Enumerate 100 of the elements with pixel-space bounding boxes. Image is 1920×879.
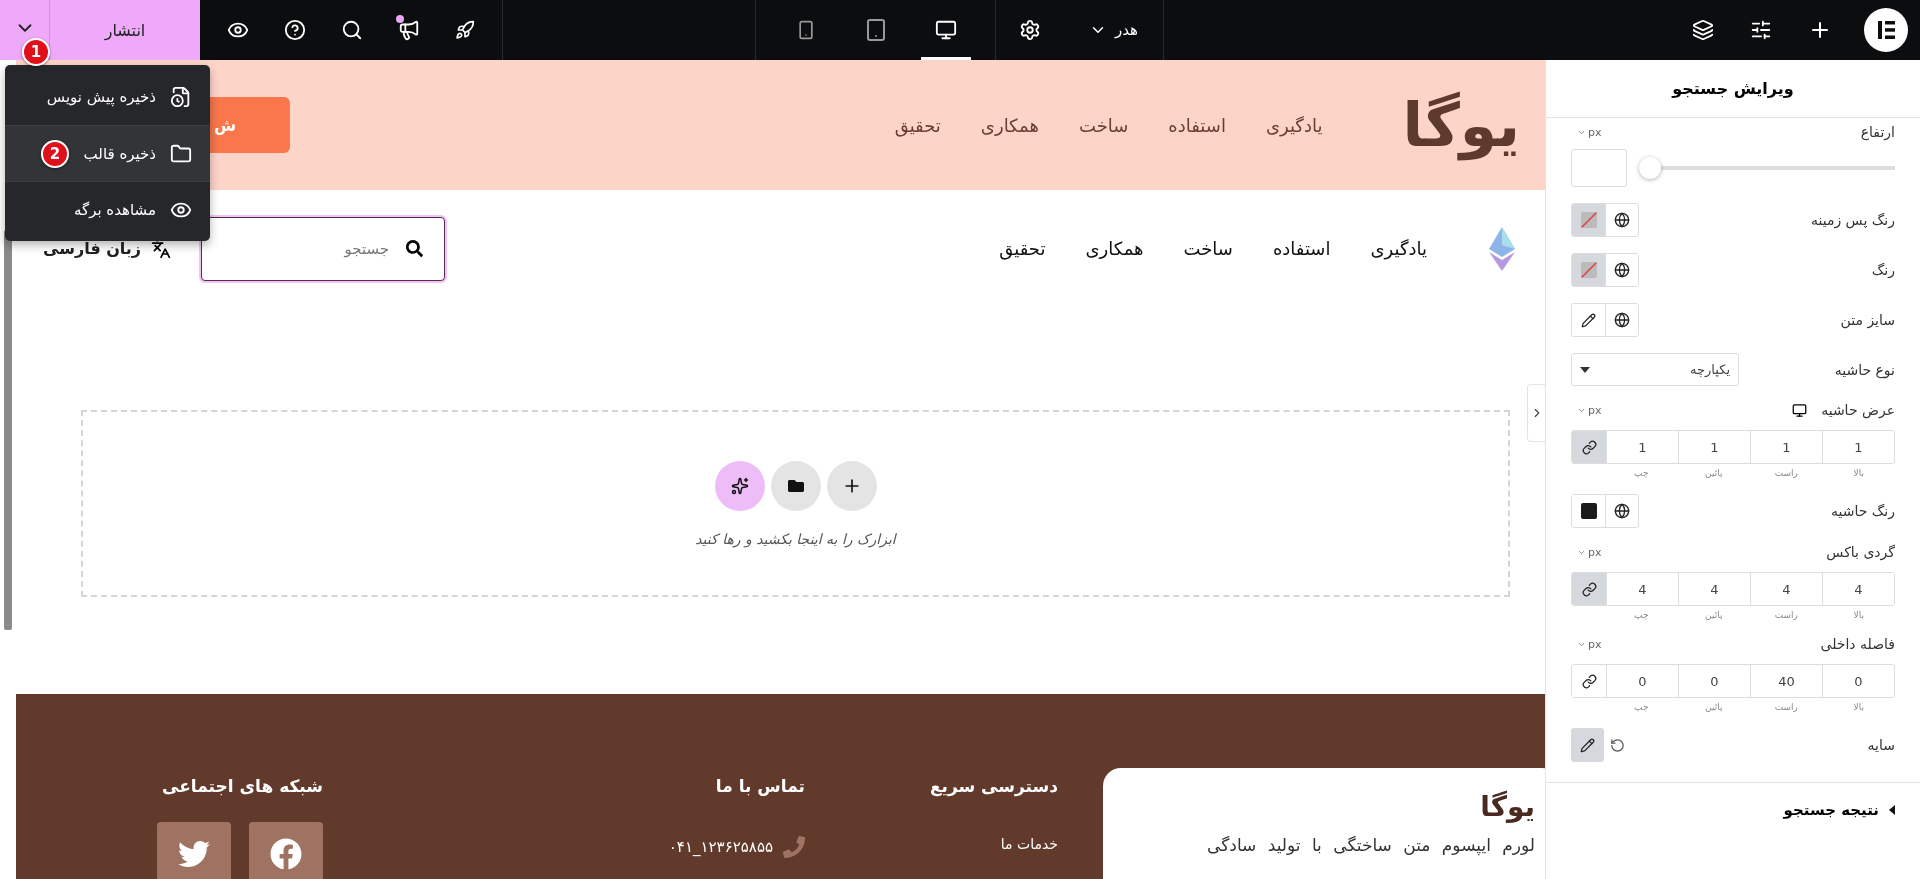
side-label: بالا: [1852, 610, 1865, 620]
slider-thumb[interactable]: [1639, 157, 1661, 179]
globe-icon: [1614, 503, 1630, 519]
reset-icon[interactable]: [1610, 737, 1625, 753]
monitor-icon: [934, 18, 957, 41]
dimension-input[interactable]: 1: [1822, 431, 1894, 463]
footer-logo: یوگا: [1479, 790, 1535, 823]
section-toggle[interactable]: نتیجه جستجو: [1571, 783, 1895, 837]
side-label: بالا: [1852, 468, 1865, 478]
sparkles-icon: [730, 476, 749, 495]
footer-heading: دسترسی سریع: [929, 776, 1058, 796]
folder-icon: [170, 142, 192, 165]
app-logo[interactable]: [1864, 8, 1908, 52]
control-label: سایز متن: [1840, 312, 1895, 328]
link-icon: [1581, 673, 1597, 689]
side-label: پائین: [1704, 468, 1724, 478]
number-input[interactable]: [1571, 149, 1627, 187]
site-logo: یوگا: [1402, 89, 1520, 163]
facebook-icon: [270, 838, 302, 870]
side-label: چپ: [1633, 610, 1650, 620]
pencil-icon: [1581, 312, 1596, 328]
phone-number: ۰۴۱_۱۲۳۶۲۵۸۵۵: [668, 838, 773, 856]
side-label: راست: [1773, 702, 1799, 712]
globe-button[interactable]: [1605, 304, 1638, 336]
side-label: پائین: [1704, 610, 1724, 620]
globe-button[interactable]: [1605, 495, 1638, 527]
nav-link[interactable]: همکاری: [980, 114, 1039, 136]
help-icon[interactable]: [284, 19, 307, 41]
phone-icon: [783, 836, 805, 858]
nav-link[interactable]: ساخت: [1078, 114, 1129, 136]
monitor-icon[interactable]: [1792, 402, 1808, 418]
side-label: چپ: [1633, 702, 1650, 712]
footer-heading: تماس با ما: [715, 776, 805, 796]
drop-hint: ابزارک را به اینجا بکشید و رها کنید: [695, 530, 896, 547]
nav-link[interactable]: تحقیق: [894, 114, 941, 136]
layers-icon[interactable]: [1692, 19, 1714, 41]
control-label: رنگ: [1871, 262, 1895, 278]
footer-heading: شبکه های اجتماعی: [161, 776, 323, 796]
megaphone-icon[interactable]: [397, 19, 420, 41]
search-icon[interactable]: [341, 19, 363, 41]
control-label: عرض حاشیه: [1821, 402, 1895, 418]
side-label: چپ: [1633, 468, 1650, 478]
settings-icon[interactable]: [1019, 19, 1041, 41]
control-label: رنگ پس زمینه: [1810, 212, 1895, 228]
crystal-icon: [1489, 226, 1515, 271]
link-icon: [1581, 581, 1597, 597]
globe-icon: [1614, 212, 1630, 228]
side-label: پائین: [1704, 702, 1724, 712]
color-swatch-button[interactable]: [1572, 204, 1605, 236]
footer-text: لورم ایپسوم متن ساختگی با تولید سادگی: [1206, 835, 1535, 855]
language-label[interactable]: زبان فارسی: [43, 239, 142, 258]
sliders-icon[interactable]: [1750, 19, 1772, 41]
control-label: نوع حاشیه: [1834, 361, 1895, 378]
dimension-input[interactable]: 4: [1822, 573, 1894, 605]
control-label: رنگ حاشیه: [1830, 503, 1895, 519]
edit-button[interactable]: [1571, 728, 1604, 762]
nav-link[interactable]: استفاده: [1168, 114, 1226, 136]
search-field[interactable]: جستجو: [201, 216, 446, 281]
facebook-button[interactable]: [249, 822, 323, 879]
unit-selector[interactable]: px: [1571, 124, 1608, 140]
nav-link[interactable]: تحقیق: [999, 238, 1046, 259]
unit-selector[interactable]: px: [1571, 544, 1608, 560]
nav-link[interactable]: استفاده: [1272, 238, 1331, 259]
publish-button[interactable]: انتشار: [50, 0, 200, 60]
file-clock-icon: [170, 86, 192, 108]
unit-selector[interactable]: px: [1571, 402, 1608, 418]
menu-item[interactable]: مشاهده برگه: [5, 181, 210, 237]
nav-link[interactable]: ساخت: [1183, 238, 1233, 259]
twitter-button[interactable]: [157, 822, 231, 879]
globe-icon: [1614, 262, 1630, 278]
color-swatch-button[interactable]: [1572, 254, 1605, 286]
border-type-select[interactable]: یکپارچه: [1571, 353, 1739, 386]
rocket-icon[interactable]: [454, 20, 475, 40]
side-label: بالا: [1852, 702, 1865, 712]
link-icon: [1581, 439, 1597, 455]
panel-title: ویرایش جستجو: [1546, 60, 1920, 118]
nav-link[interactable]: همکاری: [1085, 238, 1144, 259]
control-label: سایه: [1867, 737, 1895, 753]
pencil-icon: [1580, 737, 1595, 753]
control-label: ارتفاع: [1860, 124, 1895, 140]
step-badge: 2: [41, 140, 69, 168]
folder-icon: [787, 477, 804, 494]
link-button[interactable]: [1572, 573, 1606, 605]
footer-link[interactable]: خدمات ما: [1000, 836, 1058, 852]
drop-zone[interactable]: ابزارک را به اینجا بکشید و رها کنید: [81, 410, 1510, 597]
control-label: فاصله داخلی: [1820, 636, 1895, 652]
twitter-icon: [178, 838, 210, 870]
caret-icon: [1580, 366, 1590, 373]
language-icon: [151, 238, 172, 259]
globe-button[interactable]: [1605, 204, 1638, 236]
notification-dot: [395, 15, 404, 23]
dimension-input[interactable]: 0: [1822, 665, 1894, 697]
nav-link[interactable]: یادگیری: [1265, 114, 1323, 136]
scrollbar[interactable]: [4, 230, 12, 630]
unit-selector[interactable]: px: [1571, 636, 1608, 652]
link-button[interactable]: [1572, 431, 1606, 463]
nav-link[interactable]: یادگیری: [1370, 238, 1427, 259]
globe-button[interactable]: [1605, 254, 1638, 286]
document-dropdown[interactable]: هدر: [1082, 20, 1144, 40]
side-label: راست: [1773, 468, 1799, 478]
